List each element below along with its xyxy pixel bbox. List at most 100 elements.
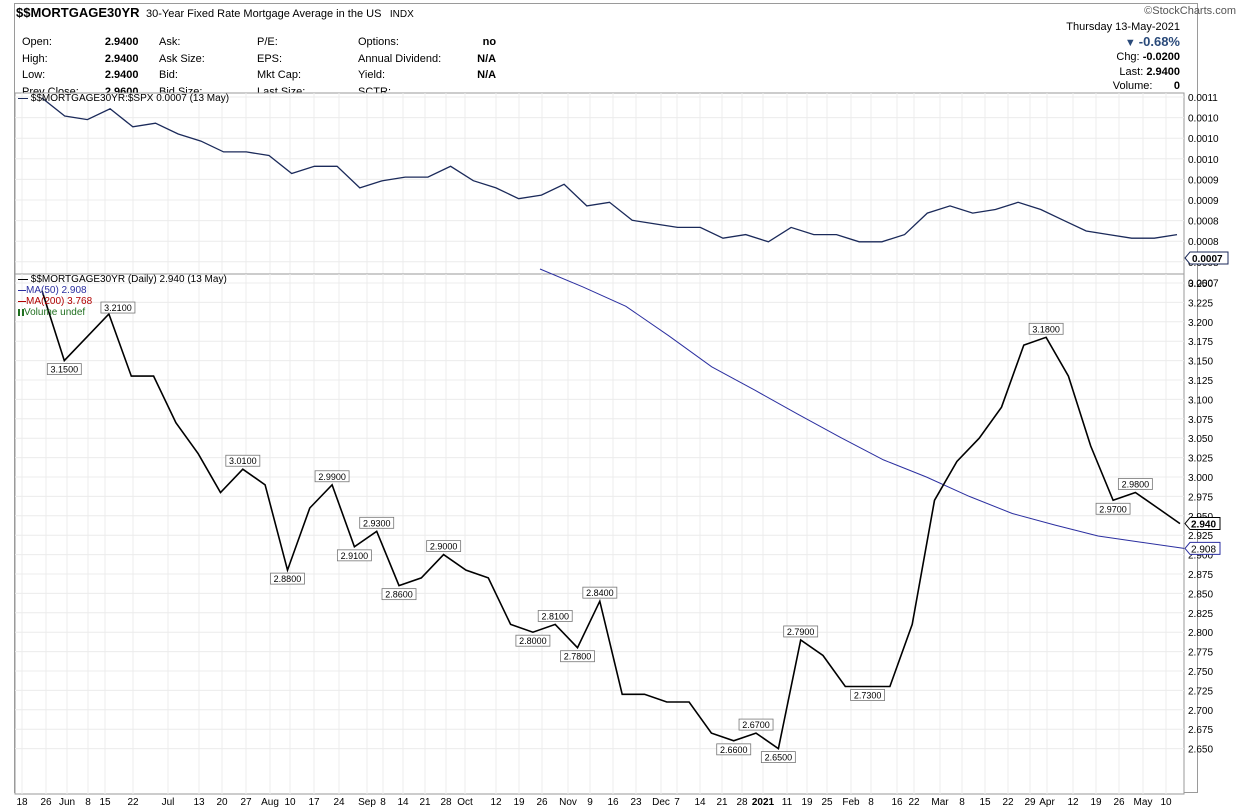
x-tick-label: Mar (931, 797, 949, 808)
x-tick-label: 28 (736, 797, 748, 808)
ma50-current-value: 2.908 (1191, 544, 1216, 555)
data-label-text: 2.7900 (787, 627, 815, 637)
quote-label: High: (22, 52, 48, 65)
quote-label: Yield: (358, 69, 386, 81)
quote-value (211, 68, 231, 83)
x-tick-label: 8 (85, 797, 91, 808)
data-label-text: 2.7300 (854, 691, 882, 701)
data-label: 2.9300 (359, 516, 395, 529)
data-label-text: 2.6600 (720, 745, 748, 755)
quote-value (211, 52, 231, 67)
x-tick-label: 15 (99, 797, 111, 808)
x-tick-label: 7 (674, 797, 680, 808)
chg-value: -0.0200 (1142, 51, 1180, 64)
data-label: 3.0100 (225, 454, 261, 467)
exchange: INDX (389, 9, 414, 20)
x-tick-label: Oct (457, 797, 473, 808)
x-tick-label: 17 (308, 797, 320, 808)
ratio-current-value: 0.0007 (1192, 254, 1223, 265)
data-label-text: 2.9100 (341, 551, 369, 561)
x-tick-label: 14 (694, 797, 706, 808)
x-tick-label: 9 (587, 797, 593, 808)
price-tick-label: 2.700 (1188, 706, 1213, 717)
volume-value: 0 (1173, 80, 1180, 93)
x-tick-label: 22 (1002, 797, 1014, 808)
x-tick-label: 26 (40, 797, 52, 808)
data-label-text: 3.1500 (51, 365, 79, 375)
data-label-text: 2.6500 (765, 753, 793, 763)
data-label: 2.9100 (336, 549, 372, 562)
quote-value: 2.9400 (104, 36, 139, 48)
data-label: 2.8000 (515, 634, 551, 647)
quote-value (311, 68, 331, 83)
quote-value: 2.9400 (104, 52, 139, 65)
ma50-current-tag: 2.908 (1184, 541, 1221, 555)
price-tick-label: 3.000 (1188, 473, 1213, 484)
x-tick-label: 16 (607, 797, 619, 808)
quote-label: Ask Size: (159, 52, 205, 65)
price-tick-label: 2.675 (1188, 725, 1213, 736)
data-label-text: 3.1800 (1032, 324, 1060, 334)
price-legend-swatch (18, 278, 28, 280)
x-tick-label: Jul (162, 797, 175, 808)
price-tick-label: 2.975 (1188, 492, 1213, 503)
data-label: 2.9700 (1095, 502, 1131, 515)
x-tick-label: 13 (193, 797, 205, 808)
data-label: 2.9800 (1117, 478, 1153, 490)
data-label: 3.1800 (1028, 322, 1064, 335)
ratio-legend: $$MORTGAGE30YR:$SPX 0.0007 (13 May) (18, 93, 229, 104)
ma200-legend-text: MA(200) 3.768 (26, 296, 93, 307)
quote-col-3: P/E: EPS: Mkt Cap: Last Size: (255, 33, 333, 101)
price-tick-label: 3.225 (1188, 298, 1213, 309)
x-tick-label: 21 (419, 797, 431, 808)
quote-label: Ask: (159, 36, 181, 48)
quote-value: 2.9400 (104, 69, 139, 81)
data-label: 2.8400 (582, 586, 618, 599)
ratio-tick-label: 0.0011 (1188, 93, 1218, 104)
data-label-text: 2.7800 (564, 652, 592, 662)
brand-watermark[interactable]: ©StockCharts.com (1144, 5, 1236, 17)
data-label: 2.9900 (314, 470, 350, 483)
quote-label: EPS: (257, 52, 283, 65)
ratio-tick-label: 0.0008 (1188, 237, 1219, 248)
ratio-tick-label: 0.0009 (1188, 196, 1219, 207)
x-tick-label: 12 (490, 797, 502, 808)
quote-value: no (482, 36, 497, 48)
x-tick-label: 15 (979, 797, 991, 808)
down-arrow-icon: ▼ (1124, 36, 1136, 49)
x-tick-label: 19 (801, 797, 813, 808)
data-label: 2.7300 (850, 689, 886, 701)
price-tick-label: 2.925 (1188, 531, 1213, 542)
last-value: 2.9400 (1146, 65, 1180, 78)
x-tick-label: Nov (559, 797, 577, 808)
ratio-tick-label: 0.0009 (1188, 175, 1219, 186)
x-tick-label: 28 (440, 797, 452, 808)
price-tick-label: 3.050 (1188, 434, 1213, 445)
data-label-text: 2.8100 (541, 611, 569, 621)
x-tick-label: 14 (397, 797, 409, 808)
price-tick-label: 2.650 (1188, 745, 1213, 756)
data-label: 2.8100 (537, 610, 573, 622)
change-percent: -0.68% (1138, 33, 1180, 49)
quote-value (311, 52, 331, 67)
data-label-text: 3.0100 (229, 456, 257, 466)
chg-label: Chg: (1116, 51, 1140, 64)
ma200-legend-swatch (18, 300, 26, 302)
quote-value: N/A (477, 52, 497, 65)
price-tick-label: 3.125 (1188, 376, 1213, 387)
ratio-plot-area (14, 92, 1185, 275)
x-tick-label: 26 (536, 797, 548, 808)
quote-label: Annual Dividend: (358, 52, 442, 65)
quote-value (211, 35, 231, 50)
price-tick-label: 2.850 (1188, 589, 1213, 600)
data-label: 2.9000 (426, 540, 462, 553)
data-label-text: 2.8400 (586, 588, 614, 598)
quote-label: Bid: (159, 69, 178, 81)
price-tick-label: 3.250 (1188, 279, 1213, 290)
data-label-text: 2.8000 (519, 636, 547, 646)
price-tick-label: 2.725 (1188, 686, 1213, 697)
price-legend: $$MORTGAGE30YR (Daily) 2.940 (13 May) MA… (18, 274, 227, 318)
quote-date: Thursday 13-May-2021 (1066, 21, 1180, 33)
x-tick-label: 10 (1160, 797, 1172, 808)
ratio-tick-label: 0.0010 (1188, 155, 1219, 166)
